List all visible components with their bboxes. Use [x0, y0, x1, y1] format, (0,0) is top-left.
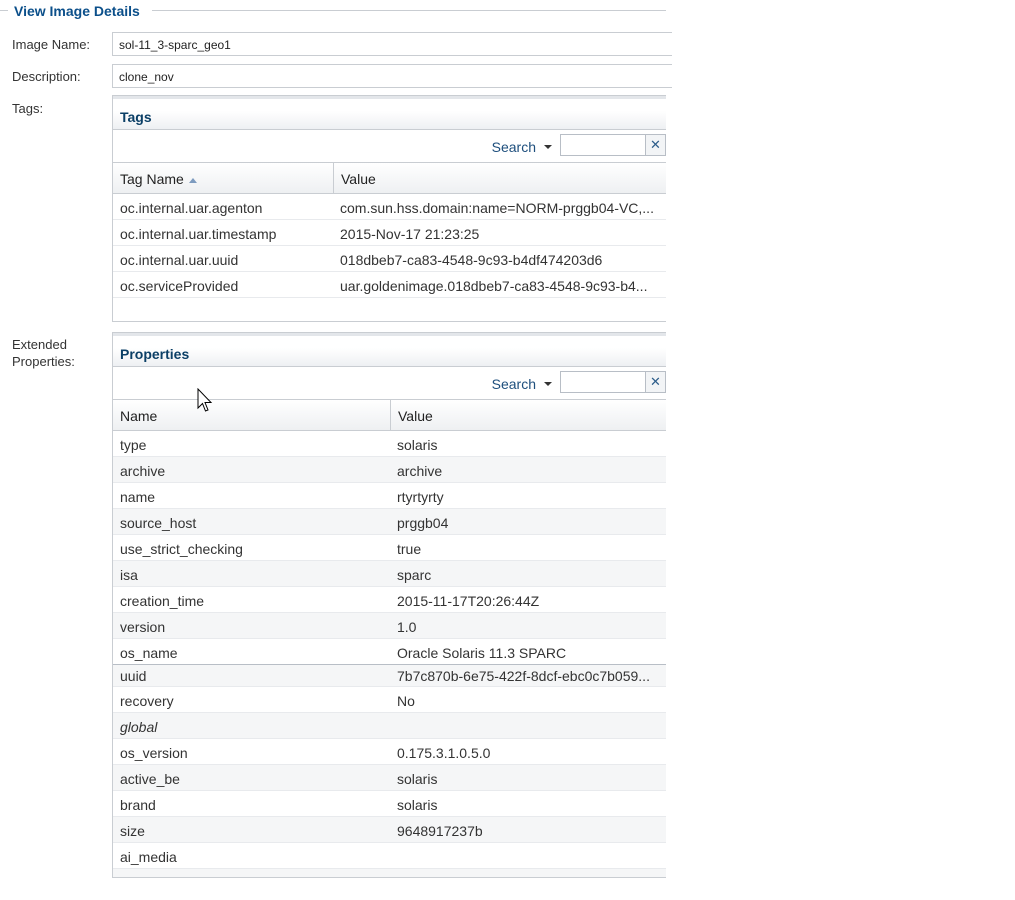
property-value-cell: Oracle Solaris 11.3 SPARC — [397, 645, 567, 661]
table-row[interactable]: active_be solaris — [113, 765, 666, 791]
properties-panel-title: Properties — [113, 333, 666, 367]
property-name-cell: creation_time — [120, 593, 205, 609]
table-row[interactable]: source_host prggb04 — [113, 509, 666, 535]
table-row[interactable]: name rtyrtyrty — [113, 483, 666, 509]
properties-toolbar: Search ✕ — [113, 367, 666, 400]
clear-icon[interactable]: ✕ — [646, 134, 666, 156]
table-row[interactable]: version 1.0 — [113, 613, 666, 639]
description-label: Description: — [12, 69, 81, 84]
table-row[interactable]: archive archive — [113, 457, 666, 483]
property-name-cell: ai_media — [120, 849, 177, 865]
property-value-cell: rtyrtyrty — [397, 489, 444, 505]
chevron-down-icon[interactable] — [544, 382, 552, 386]
properties-panel: Properties Search ✕ Name Value type sola… — [112, 332, 666, 878]
property-value-cell: No — [397, 693, 415, 709]
property-value-cell: solaris — [397, 437, 438, 453]
property-name-cell: version — [120, 619, 166, 635]
table-row[interactable]: root_only Yes — [113, 869, 666, 877]
tag-value-cell: 2015-Nov-17 21:23:25 — [340, 226, 480, 242]
tags-panel: Tags Search ✕ Tag Name Value oc.internal… — [112, 95, 666, 322]
table-row[interactable]: oc.internal.uar.uuid 018dbeb7-ca83-4548-… — [113, 246, 666, 272]
property-name-cell: isa — [120, 567, 138, 583]
image-name-field[interactable]: sol-11_3-sparc_geo1 — [112, 32, 672, 56]
table-row[interactable]: oc.internal.uar.agenton com.sun.hss.doma… — [113, 194, 666, 220]
property-value-cell: true — [397, 541, 422, 557]
tags-label: Tags: — [12, 101, 44, 116]
table-row[interactable]: brand solaris — [113, 791, 666, 817]
property-name-cell: archive — [120, 463, 166, 479]
table-row[interactable]: oc.internal.uar.timestamp 2015-Nov-17 21… — [113, 220, 666, 246]
table-row[interactable]: ai_media — [113, 843, 666, 869]
description-field[interactable]: clone_nov — [112, 64, 672, 88]
property-value-cell: Yes — [390, 869, 665, 877]
property-value-cell: 1.0 — [397, 619, 417, 635]
table-row[interactable]: os_name Oracle Solaris 11.3 SPARC — [113, 639, 666, 665]
property-name-cell: root_only — [113, 869, 390, 877]
property-value-cell: 9648917237b — [397, 823, 483, 839]
tag-name-cell: oc.serviceProvided — [120, 278, 239, 294]
tag-name-cell: oc.internal.uar.uuid — [120, 252, 239, 268]
property-name-cell: os_version — [120, 745, 188, 761]
property-value-cell: 7b7c870b-6e75-422f-8dcf-ebc0c7b059... — [397, 668, 650, 684]
property-name-cell: recovery — [120, 693, 174, 709]
properties-search-dropdown[interactable]: Search — [492, 376, 536, 392]
tag-name-cell: oc.internal.uar.timestamp — [120, 226, 277, 242]
tags-toolbar: Search ✕ — [113, 130, 666, 163]
property-name-cell: source_host — [120, 515, 197, 531]
table-row[interactable]: recovery No — [113, 687, 666, 713]
tag-name-cell: oc.internal.uar.agenton — [120, 200, 263, 216]
property-name-cell: active_be — [120, 771, 180, 787]
property-name-cell: size — [120, 823, 145, 839]
clear-icon[interactable]: ✕ — [646, 371, 666, 393]
table-row[interactable]: type solaris — [113, 431, 666, 457]
tags-panel-title: Tags — [113, 96, 666, 130]
property-value-cell: solaris — [397, 771, 438, 787]
tags-column-header-value[interactable]: Value — [333, 163, 665, 193]
sort-ascending-icon — [188, 177, 197, 183]
property-name-cell: brand — [120, 797, 156, 813]
properties-search-input[interactable] — [560, 371, 646, 393]
property-value-cell: solaris — [397, 797, 438, 813]
tag-value-cell: com.sun.hss.domain:name=NORM-prggb04-VC,… — [340, 200, 654, 216]
property-name-cell: uuid — [120, 668, 147, 684]
property-value-cell — [390, 713, 665, 738]
tags-search-dropdown[interactable]: Search — [492, 139, 536, 155]
section-title: View Image Details — [14, 3, 140, 19]
table-row[interactable]: use_strict_checking true — [113, 535, 666, 561]
table-row[interactable]: global — [113, 713, 666, 739]
property-name-cell: use_strict_checking — [120, 541, 243, 557]
image-name-label: Image Name: — [12, 37, 91, 52]
section-divider-right — [152, 10, 666, 11]
property-name-cell: type — [120, 437, 147, 453]
table-row[interactable]: size 9648917237b — [113, 817, 666, 843]
property-value-cell: sparc — [397, 567, 432, 583]
properties-column-header-name[interactable]: Name — [113, 400, 390, 430]
section-divider-left — [0, 10, 8, 11]
table-row[interactable]: uuid 7b7c870b-6e75-422f-8dcf-ebc0c7b059.… — [113, 665, 666, 687]
chevron-down-icon[interactable] — [544, 145, 552, 149]
tags-search-input[interactable] — [560, 134, 646, 156]
tag-value-cell: uar.goldenimage.018dbeb7-ca83-4548-9c93-… — [340, 278, 648, 294]
table-row[interactable]: os_version 0.175.3.1.0.5.0 — [113, 739, 666, 765]
property-value-cell — [390, 843, 665, 868]
table-row[interactable]: oc.serviceProvided uar.goldenimage.018db… — [113, 272, 666, 298]
property-value-cell: archive — [397, 463, 443, 479]
property-name-cell: global — [120, 719, 158, 735]
property-name-cell: os_name — [120, 645, 178, 661]
property-value-cell: prggb04 — [397, 515, 449, 531]
property-name-cell: name — [120, 489, 156, 505]
extended-properties-label: Extended Properties: — [12, 337, 75, 369]
tags-column-header-name[interactable]: Tag Name — [113, 163, 333, 193]
tag-value-cell: 018dbeb7-ca83-4548-9c93-b4df474203d6 — [340, 252, 603, 268]
property-value-cell: 2015-11-17T20:26:44Z — [397, 593, 540, 609]
table-row[interactable]: isa sparc — [113, 561, 666, 587]
property-value-cell: 0.175.3.1.0.5.0 — [397, 745, 491, 761]
mouse-cursor-icon — [197, 388, 213, 412]
tags-grid-header: Tag Name Value — [113, 163, 666, 194]
properties-grid-header: Name Value — [113, 400, 666, 431]
properties-column-header-value[interactable]: Value — [390, 400, 665, 430]
table-row[interactable]: creation_time 2015-11-17T20:26:44Z — [113, 587, 666, 613]
